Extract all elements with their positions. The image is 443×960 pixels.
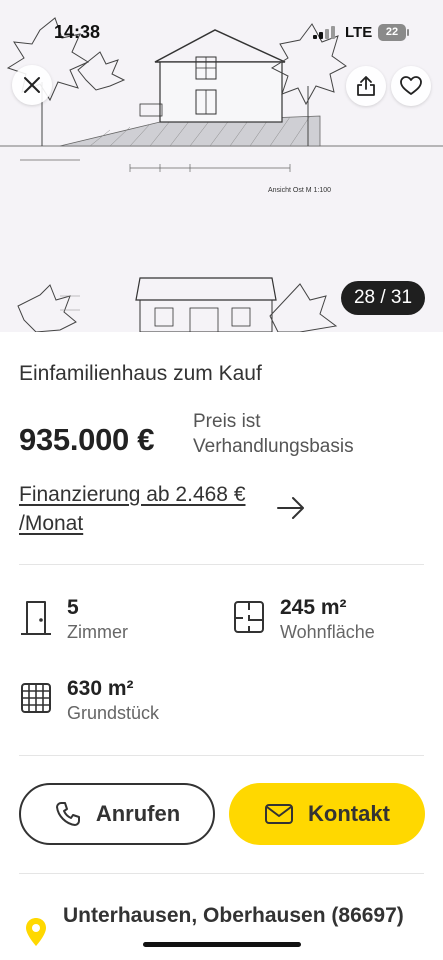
divider bbox=[19, 873, 424, 874]
grid-icon bbox=[21, 683, 51, 713]
location-text[interactable]: Unterhausen, Oberhausen (86697) bbox=[63, 902, 413, 930]
contact-button[interactable]: Kontakt bbox=[229, 783, 425, 845]
feature-label: Wohnfläche bbox=[280, 622, 375, 642]
contact-button-label: Kontakt bbox=[308, 801, 390, 826]
feature-label: Zimmer bbox=[67, 622, 128, 642]
floorplan-icon bbox=[234, 601, 264, 633]
divider bbox=[19, 755, 424, 756]
favorite-button[interactable] bbox=[391, 66, 431, 106]
signal-strength-icon bbox=[313, 26, 335, 39]
phone-icon bbox=[55, 802, 80, 826]
battery-icon: 22 bbox=[378, 24, 409, 41]
close-icon bbox=[24, 77, 40, 93]
feature-value: 630 m² bbox=[67, 677, 134, 700]
close-button[interactable] bbox=[12, 65, 52, 105]
financing-link[interactable]: Finanzierung ab 2.468 € /Monat bbox=[19, 480, 284, 538]
divider bbox=[19, 564, 424, 565]
price: 935.000 € bbox=[19, 422, 155, 457]
heart-icon bbox=[400, 76, 422, 95]
mail-icon bbox=[265, 804, 294, 824]
property-type: Einfamilienhaus zum Kauf bbox=[19, 362, 262, 385]
door-icon bbox=[21, 601, 51, 635]
image-counter: 28 / 31 bbox=[341, 281, 425, 315]
feature-value: 245 m² bbox=[280, 596, 347, 619]
price-note: Preis ist Verhandlungsbasis bbox=[193, 411, 354, 457]
feature-value: 5 bbox=[67, 596, 79, 619]
share-button[interactable] bbox=[346, 66, 386, 106]
location-pin-icon bbox=[26, 918, 46, 946]
network-type: LTE bbox=[345, 24, 373, 41]
home-indicator[interactable] bbox=[143, 942, 301, 947]
call-button-label: Anrufen bbox=[95, 801, 181, 826]
share-icon bbox=[357, 76, 375, 96]
drawing-caption: Ansicht Ost M 1:100 bbox=[268, 187, 331, 194]
call-button[interactable]: Anrufen bbox=[19, 783, 215, 845]
clock: 14:38 bbox=[54, 22, 101, 42]
feature-label: Grundstück bbox=[67, 703, 160, 723]
image-gallery[interactable]: Ansicht Ost M 1:100 14:38 LTE 22 28 / 31 bbox=[0, 0, 443, 332]
status-bar: 14:38 LTE 22 bbox=[0, 0, 443, 64]
arrow-right-icon[interactable] bbox=[276, 494, 306, 522]
